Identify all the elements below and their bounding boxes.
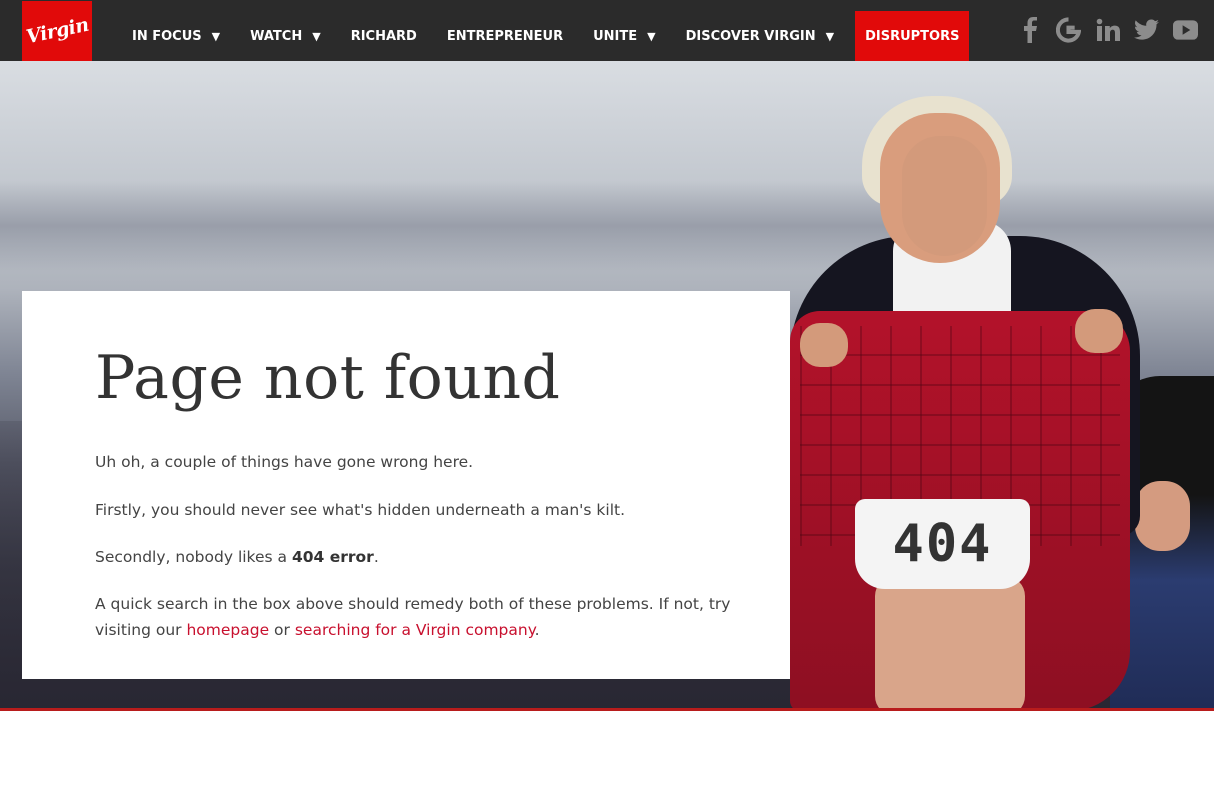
facebook-icon[interactable]	[1017, 14, 1042, 46]
hero-bottom-border	[0, 708, 1214, 711]
nav-item-label: UNITE	[593, 28, 638, 44]
linkedin-icon[interactable]	[1095, 14, 1120, 46]
nav-item-watch[interactable]: WATCH ▼	[235, 11, 336, 61]
shorts-404: 404	[855, 499, 1030, 589]
caret-down-icon: ▼	[647, 29, 656, 43]
page-title: Page not found	[95, 343, 561, 413]
nav-item-entrepreneur[interactable]: ENTREPRENEUR	[432, 11, 578, 61]
nav-item-in-focus[interactable]: IN FOCUS ▼	[117, 11, 235, 61]
google-icon[interactable]	[1056, 14, 1081, 46]
bagpiper-face	[1135, 481, 1190, 551]
error-line-3-text: Secondly, nobody likes a	[95, 548, 292, 566]
linkedin-icon-svg	[1096, 18, 1120, 41]
nav-item-label: DISCOVER VIRGIN	[685, 28, 816, 44]
logo-text: Virgin	[23, 13, 91, 49]
google-icon-svg	[1056, 17, 1081, 43]
nav-item-disruptors[interactable]: DISRUPTORS	[855, 11, 970, 61]
nav-item-label: IN FOCUS	[132, 28, 202, 44]
social-links	[1017, 14, 1198, 46]
nav-item-unite[interactable]: UNITE ▼	[578, 11, 671, 61]
error-card: Page not found Uh oh, a couple of things…	[22, 291, 790, 679]
error-line-3: Secondly, nobody likes a 404 error.	[95, 544, 735, 570]
legs	[875, 576, 1025, 711]
nav-item-richard[interactable]: RICHARD	[336, 11, 432, 61]
error-code: 404 error	[291, 548, 374, 566]
face	[902, 136, 987, 256]
nav-item-label: RICHARD	[350, 28, 417, 44]
right-hand	[1075, 309, 1123, 353]
caret-down-icon: ▼	[312, 29, 321, 43]
youtube-icon-svg	[1173, 20, 1198, 40]
nav-item-label: DISRUPTORS	[865, 28, 960, 44]
shorts-number: 404	[892, 514, 993, 574]
main-nav: IN FOCUS ▼ WATCH ▼ RICHARD ENTREPRENEUR UN…	[117, 11, 970, 61]
nav-item-label: ENTREPRENEUR	[446, 28, 564, 44]
top-navigation-bar: Virgin IN FOCUS ▼ WATCH ▼ RICHARD ENTREPRE…	[0, 0, 1214, 61]
nav-item-discover-virgin[interactable]: DISCOVER VIRGIN ▼	[671, 11, 849, 61]
error-line-1: Uh oh, a couple of things have gone wron…	[95, 453, 474, 471]
left-hand	[800, 323, 848, 367]
virgin-logo[interactable]: Virgin	[22, 1, 92, 61]
error-line-2: Firstly, you should never see what's hid…	[95, 501, 626, 519]
facebook-icon-svg	[1023, 17, 1037, 43]
error-line-4-end: .	[534, 621, 540, 639]
twitter-icon[interactable]	[1134, 14, 1159, 46]
nav-item-label: WATCH	[250, 28, 303, 44]
twitter-icon-svg	[1134, 19, 1159, 40]
caret-down-icon: ▼	[211, 29, 221, 43]
youtube-icon[interactable]	[1173, 14, 1198, 46]
search-company-link[interactable]: searching for a Virgin company	[295, 621, 535, 639]
error-line-3-end: .	[373, 548, 379, 566]
caret-down-icon: ▼	[825, 29, 835, 43]
error-line-4: A quick search in the box above should r…	[95, 591, 735, 643]
error-line-4-mid: or	[269, 621, 295, 639]
homepage-link[interactable]: homepage	[186, 621, 269, 639]
